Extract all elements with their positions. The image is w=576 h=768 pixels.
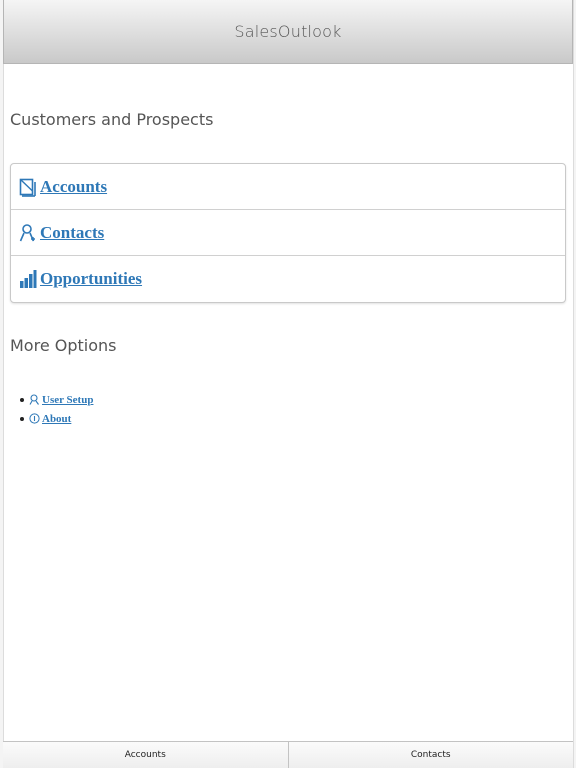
app-title: SalesOutlook: [234, 22, 342, 41]
window-frame-left: [0, 0, 4, 768]
about-link[interactable]: About: [29, 413, 71, 425]
info-icon: [29, 413, 40, 424]
menu-item-contacts[interactable]: Contacts: [11, 210, 565, 256]
more-options-section-title: More Options: [10, 336, 117, 355]
menu-item-opportunities[interactable]: Opportunities: [11, 256, 565, 302]
opportunities-label: Opportunities: [40, 269, 143, 288]
user-setup-link[interactable]: User Setup: [29, 394, 93, 406]
contact-person-icon: [19, 223, 37, 243]
bullet-icon: [20, 397, 24, 402]
more-options-list: User Setup About: [20, 390, 93, 428]
contacts-link[interactable]: Contacts: [19, 223, 104, 243]
user-setup-icon: [29, 394, 40, 405]
option-item-about: About: [20, 409, 93, 428]
accounts-icon: [19, 177, 37, 197]
user-setup-label: User Setup: [42, 393, 94, 406]
customers-section-title: Customers and Prospects: [10, 110, 214, 129]
opportunities-link[interactable]: Opportunities: [19, 269, 142, 289]
bottom-tab-contacts[interactable]: Contacts: [287, 742, 574, 768]
bullet-icon: [20, 416, 24, 421]
contacts-label: Contacts: [40, 222, 105, 242]
about-label: About: [42, 412, 72, 425]
bottom-nav-bar: Accounts Contacts: [3, 741, 573, 768]
option-item-user-setup: User Setup: [20, 390, 93, 409]
menu-item-accounts[interactable]: Accounts: [11, 164, 565, 210]
accounts-link[interactable]: Accounts: [19, 177, 107, 197]
customers-menu-list: Accounts Contacts Opportunities: [10, 163, 566, 303]
accounts-label: Accounts: [40, 176, 108, 196]
bottom-tab-accounts[interactable]: Accounts: [3, 742, 288, 768]
bar-chart-icon: [19, 269, 37, 289]
app-header: SalesOutlook: [3, 0, 573, 64]
